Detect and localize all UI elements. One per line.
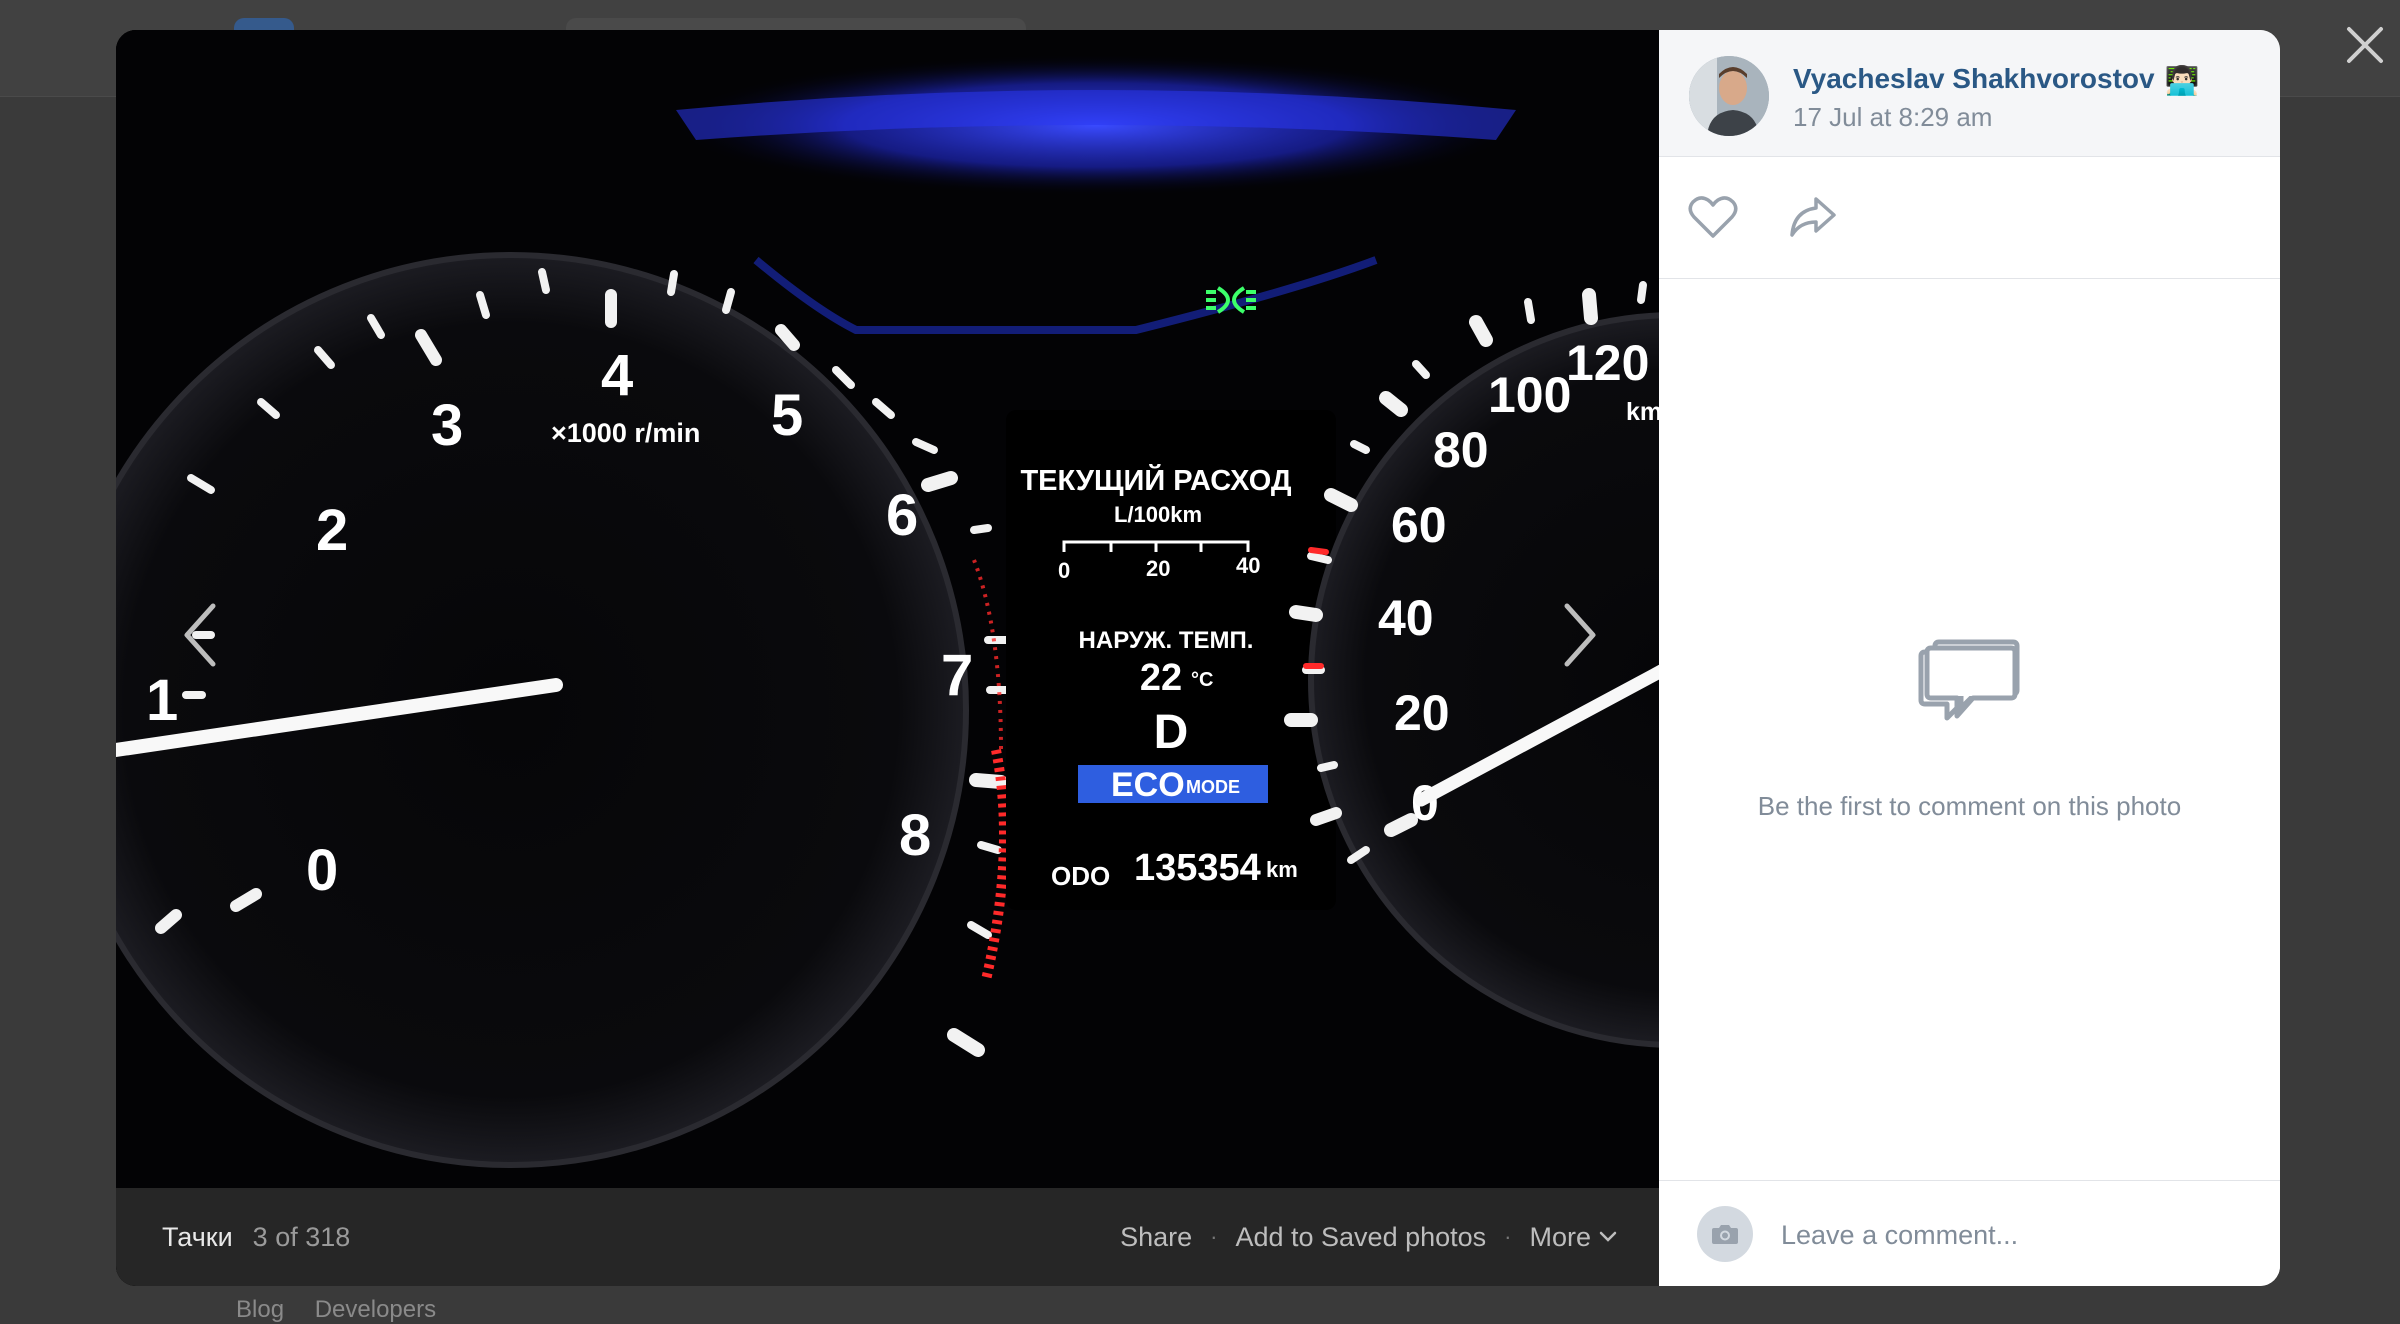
eco-label: ECO: [1111, 766, 1185, 804]
share-photo-link[interactable]: Share: [1120, 1222, 1192, 1253]
temp-label: НАРУЖ. ТЕМП.: [1079, 627, 1254, 654]
background-footer: Blog Developers: [236, 1296, 460, 1324]
separator-dot: ·: [1210, 1224, 1218, 1249]
comments-empty-icon: [1918, 639, 2020, 721]
tach-unit: ×1000 r/min: [551, 418, 700, 448]
chevron-left-icon: [184, 603, 216, 667]
post-author-header: Vyacheslav Shakhvorostov 👨🏻‍💻 17 Jul at 8…: [1659, 30, 2280, 157]
more-label: More: [1529, 1221, 1591, 1252]
tach-num-8: 8: [899, 803, 931, 868]
gear-indicator: D: [1154, 706, 1189, 759]
speed-num-80: 80: [1433, 422, 1489, 478]
post-date[interactable]: 17 Jul at 8:29 am: [1793, 102, 1992, 133]
tach-num-3: 3: [431, 393, 463, 458]
center-display: ТЕКУЩИЙ РАСХОД L/100km 0 20 40 НАРУЖ. ТЕ…: [1006, 410, 1336, 910]
photo-bottom-bar: Тачки 3 of 318 Share · Add to Saved phot…: [116, 1188, 1659, 1286]
share-button[interactable]: [1783, 187, 1843, 247]
speed-unit: km/h: [1626, 398, 1659, 426]
no-comments-text: Be the first to comment on this photo: [1757, 791, 2182, 821]
tach-num-4: 4: [601, 343, 633, 408]
previous-photo-button[interactable]: [154, 570, 244, 700]
avatar-image: [1689, 56, 1769, 136]
share-arrow-icon: [1790, 197, 1836, 237]
photo-counter: 3 of 318: [252, 1221, 351, 1252]
camera-icon: [1712, 1225, 1738, 1244]
temp-value: 22: [1140, 657, 1182, 699]
scale-20: 20: [1146, 556, 1170, 581]
separator-dot: ·: [1504, 1224, 1512, 1249]
speed-num-100: 100: [1488, 367, 1571, 423]
close-viewer-button[interactable]: [2330, 10, 2400, 80]
scale-40: 40: [1236, 553, 1260, 578]
more-menu-button[interactable]: More: [1529, 1222, 1617, 1253]
eco-mode-label: MODE: [1186, 777, 1240, 797]
footer-link-blog: Blog: [236, 1296, 285, 1323]
speed-num-20: 20: [1394, 685, 1450, 741]
odo-value: 135354: [1134, 847, 1261, 889]
speed-num-60: 60: [1391, 497, 1447, 553]
tach-num-5: 5: [771, 383, 803, 448]
photo-viewer: 0 1 2 3 4 5 6 7 8 ×1000 r/min ТЕКУЩИЙ РА…: [116, 30, 2280, 1286]
close-icon: [2347, 27, 2383, 63]
speed-num-40: 40: [1378, 590, 1434, 646]
photo-pane: 0 1 2 3 4 5 6 7 8 ×1000 r/min ТЕКУЩИЙ РА…: [116, 30, 1659, 1286]
heart-icon: [1688, 196, 1738, 238]
tach-num-0: 0: [306, 838, 338, 903]
tach-num-6: 6: [886, 483, 918, 548]
like-button[interactable]: [1683, 187, 1743, 247]
album-name[interactable]: Тачки: [162, 1222, 233, 1253]
speed-num-120: 120: [1566, 335, 1649, 391]
tach-num-7: 7: [941, 643, 973, 708]
footer-link-developers: Developers: [314, 1296, 437, 1323]
photo-actions: Share · Add to Saved photos · More: [1120, 1222, 1617, 1253]
avatar[interactable]: [1689, 56, 1769, 136]
tach-num-2: 2: [316, 498, 348, 563]
dashboard-photo: 0 1 2 3 4 5 6 7 8 ×1000 r/min ТЕКУЩИЙ РА…: [116, 30, 1659, 1188]
reactions-row: [1659, 157, 2280, 279]
next-photo-button[interactable]: [1536, 570, 1626, 700]
odo-label: ODO: [1051, 861, 1110, 891]
photo-side-panel: Vyacheslav Shakhvorostov 👨🏻‍💻 17 Jul at 8…: [1659, 30, 2280, 1286]
technologist-emoji-icon: 👨🏻‍💻: [2164, 65, 2200, 97]
attach-photo-button[interactable]: [1697, 1206, 1753, 1262]
author-name: Vyacheslav Shakhvorostov: [1793, 63, 2155, 94]
temp-unit: °C: [1191, 669, 1213, 691]
scale-0: 0: [1058, 558, 1070, 583]
display-unit: L/100km: [1114, 502, 1202, 527]
odo-unit: km: [1266, 857, 1298, 882]
chevron-down-icon: [1599, 1231, 1617, 1242]
photo: 0 1 2 3 4 5 6 7 8 ×1000 r/min ТЕКУЩИЙ РА…: [116, 30, 1659, 1188]
save-photo-link[interactable]: Add to Saved photos: [1235, 1222, 1486, 1253]
author-name-link[interactable]: Vyacheslav Shakhvorostov 👨🏻‍💻: [1793, 63, 2199, 97]
display-title: ТЕКУЩИЙ РАСХОД: [1020, 463, 1291, 497]
comment-input[interactable]: [1779, 1206, 2253, 1264]
chevron-right-icon: [1564, 603, 1596, 667]
